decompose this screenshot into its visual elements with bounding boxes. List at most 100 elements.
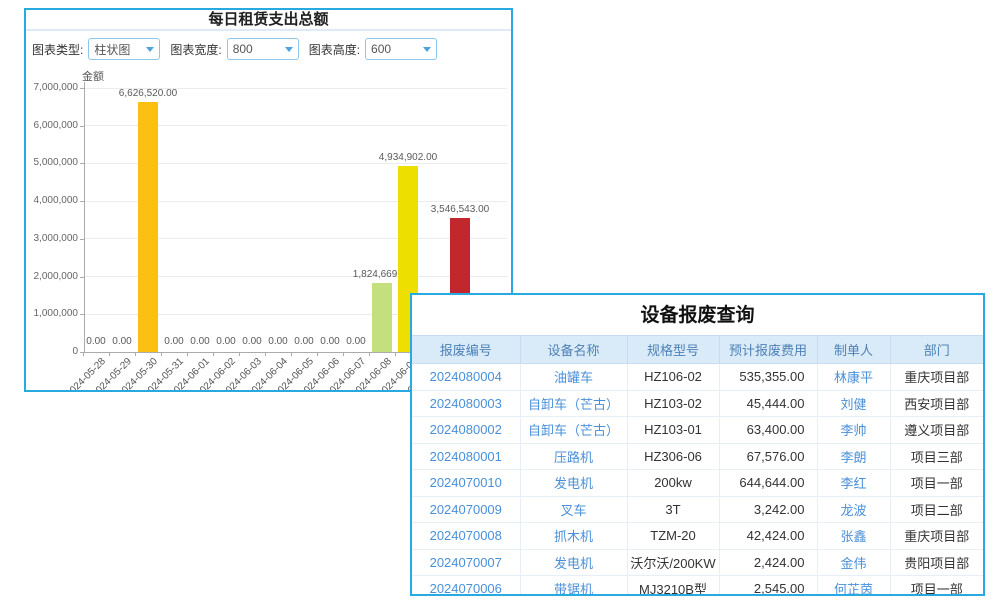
column-header: 部门	[890, 336, 983, 364]
x-tick	[317, 352, 318, 356]
column-header: 报废编号	[412, 336, 520, 364]
scrap-number-link[interactable]: 2024070010	[412, 470, 520, 497]
x-tick	[161, 352, 162, 356]
spec-model-cell: 3T	[627, 496, 719, 523]
scrap-cost-cell: 644,644.00	[719, 470, 817, 497]
equipment-name-link[interactable]: 叉车	[520, 496, 627, 523]
scrap-cost-cell: 2,545.00	[719, 576, 817, 597]
department-cell: 贵阳项目部	[890, 549, 983, 576]
scrap-number-link[interactable]: 2024080003	[412, 390, 520, 417]
scrap-number-link[interactable]: 2024080001	[412, 443, 520, 470]
spec-model-cell: HZ306-06	[627, 443, 719, 470]
column-header: 规格型号	[627, 336, 719, 364]
bar-value-label: 6,626,520.00	[103, 88, 193, 99]
scrap-cost-cell: 67,576.00	[719, 443, 817, 470]
column-header: 设备名称	[520, 336, 627, 364]
x-tick	[83, 352, 84, 356]
spec-model-cell: HZ103-01	[627, 417, 719, 444]
x-tick	[109, 352, 110, 356]
x-tick	[239, 352, 240, 356]
department-cell: 重庆项目部	[890, 364, 983, 391]
spec-model-cell: HZ103-02	[627, 390, 719, 417]
x-tick	[265, 352, 266, 356]
y-tick-label: 5,000,000	[26, 157, 78, 168]
y-tick-label: 4,000,000	[26, 195, 78, 206]
spec-model-cell: 沃尔沃/200KW	[627, 549, 719, 576]
y-tick-label: 7,000,000	[26, 82, 78, 93]
scrap-cost-cell: 3,242.00	[719, 496, 817, 523]
department-cell: 重庆项目部	[890, 523, 983, 550]
spec-model-cell: HZ106-02	[627, 364, 719, 391]
table-row: 2024080004油罐车HZ106-02535,355.00林康平重庆项目部	[412, 364, 983, 391]
scrap-number-link[interactable]: 2024070009	[412, 496, 520, 523]
x-tick	[291, 352, 292, 356]
bar-value-label: 3,546,543.00	[415, 204, 505, 215]
table-row: 2024080002自卸车（芒古）HZ103-0163,400.00李帅遵义项目…	[412, 417, 983, 444]
scrap-query-panel: 设备报废查询 报废编号设备名称规格型号预计报废费用制单人部门 202408000…	[410, 293, 985, 596]
table-row: 2024070010发电机200kw644,644.00李红项目一部	[412, 470, 983, 497]
scrap-cost-cell: 535,355.00	[719, 364, 817, 391]
scrap-cost-cell: 42,424.00	[719, 523, 817, 550]
column-header: 预计报废费用	[719, 336, 817, 364]
table-row: 2024070006带锯机MJ3210B型2,545.00何芷茵项目一部	[412, 576, 983, 597]
scrap-cost-cell: 63,400.00	[719, 417, 817, 444]
table-title: 设备报废查询	[412, 295, 983, 335]
creator-link[interactable]: 李红	[817, 470, 890, 497]
equipment-name-link[interactable]: 油罐车	[520, 364, 627, 391]
equipment-name-link[interactable]: 自卸车（芒古）	[520, 417, 627, 444]
x-tick	[343, 352, 344, 356]
table-row: 2024070007发电机沃尔沃/200KW2,424.00金伟贵阳项目部	[412, 549, 983, 576]
creator-link[interactable]: 龙波	[817, 496, 890, 523]
scrap-cost-cell: 45,444.00	[719, 390, 817, 417]
equipment-name-link[interactable]: 带锯机	[520, 576, 627, 597]
department-cell: 项目二部	[890, 496, 983, 523]
department-cell: 西安项目部	[890, 390, 983, 417]
table-row: 2024070009叉车3T3,242.00龙波项目二部	[412, 496, 983, 523]
creator-link[interactable]: 金伟	[817, 549, 890, 576]
scrap-number-link[interactable]: 2024070006	[412, 576, 520, 597]
y-tick-label: 6,000,000	[26, 120, 78, 131]
y-axis-title: 金额	[82, 68, 104, 84]
equipment-name-link[interactable]: 抓木机	[520, 523, 627, 550]
table-row: 2024080003自卸车（芒古）HZ103-0245,444.00刘健西安项目…	[412, 390, 983, 417]
creator-link[interactable]: 张鑫	[817, 523, 890, 550]
x-tick	[213, 352, 214, 356]
creator-link[interactable]: 林康平	[817, 364, 890, 391]
creator-link[interactable]: 何芷茵	[817, 576, 890, 597]
chart-bar[interactable]	[138, 102, 158, 352]
creator-link[interactable]: 李朗	[817, 443, 890, 470]
scrap-number-link[interactable]: 2024070007	[412, 549, 520, 576]
y-tick-label: 0	[26, 346, 78, 357]
x-tick	[395, 352, 396, 356]
scrap-number-link[interactable]: 2024080004	[412, 364, 520, 391]
equipment-name-link[interactable]: 发电机	[520, 549, 627, 576]
department-cell: 项目三部	[890, 443, 983, 470]
creator-link[interactable]: 刘健	[817, 390, 890, 417]
x-tick	[187, 352, 188, 356]
column-header: 制单人	[817, 336, 890, 364]
y-axis	[84, 82, 85, 352]
table-row: 2024070008抓木机TZM-2042,424.00张鑫重庆项目部	[412, 523, 983, 550]
spec-model-cell: TZM-20	[627, 523, 719, 550]
scrap-number-link[interactable]: 2024080002	[412, 417, 520, 444]
scrap-number-link[interactable]: 2024070008	[412, 523, 520, 550]
bar-value-label: 4,934,902.00	[363, 152, 453, 163]
scrap-cost-cell: 2,424.00	[719, 549, 817, 576]
table-header-row: 报废编号设备名称规格型号预计报废费用制单人部门	[412, 336, 983, 364]
y-tick-label: 2,000,000	[26, 271, 78, 282]
spec-model-cell: 200kw	[627, 470, 719, 497]
y-tick-label: 3,000,000	[26, 233, 78, 244]
department-cell: 遵义项目部	[890, 417, 983, 444]
x-tick	[135, 352, 136, 356]
equipment-name-link[interactable]: 自卸车（芒古）	[520, 390, 627, 417]
creator-link[interactable]: 李帅	[817, 417, 890, 444]
table-row: 2024080001压路机HZ306-0667,576.00李朗项目三部	[412, 443, 983, 470]
equipment-name-link[interactable]: 压路机	[520, 443, 627, 470]
equipment-name-link[interactable]: 发电机	[520, 470, 627, 497]
scrap-table: 报废编号设备名称规格型号预计报废费用制单人部门 2024080004油罐车HZ1…	[412, 335, 983, 596]
y-tick-label: 1,000,000	[26, 308, 78, 319]
spec-model-cell: MJ3210B型	[627, 576, 719, 597]
x-tick	[369, 352, 370, 356]
department-cell: 项目一部	[890, 576, 983, 597]
department-cell: 项目一部	[890, 470, 983, 497]
